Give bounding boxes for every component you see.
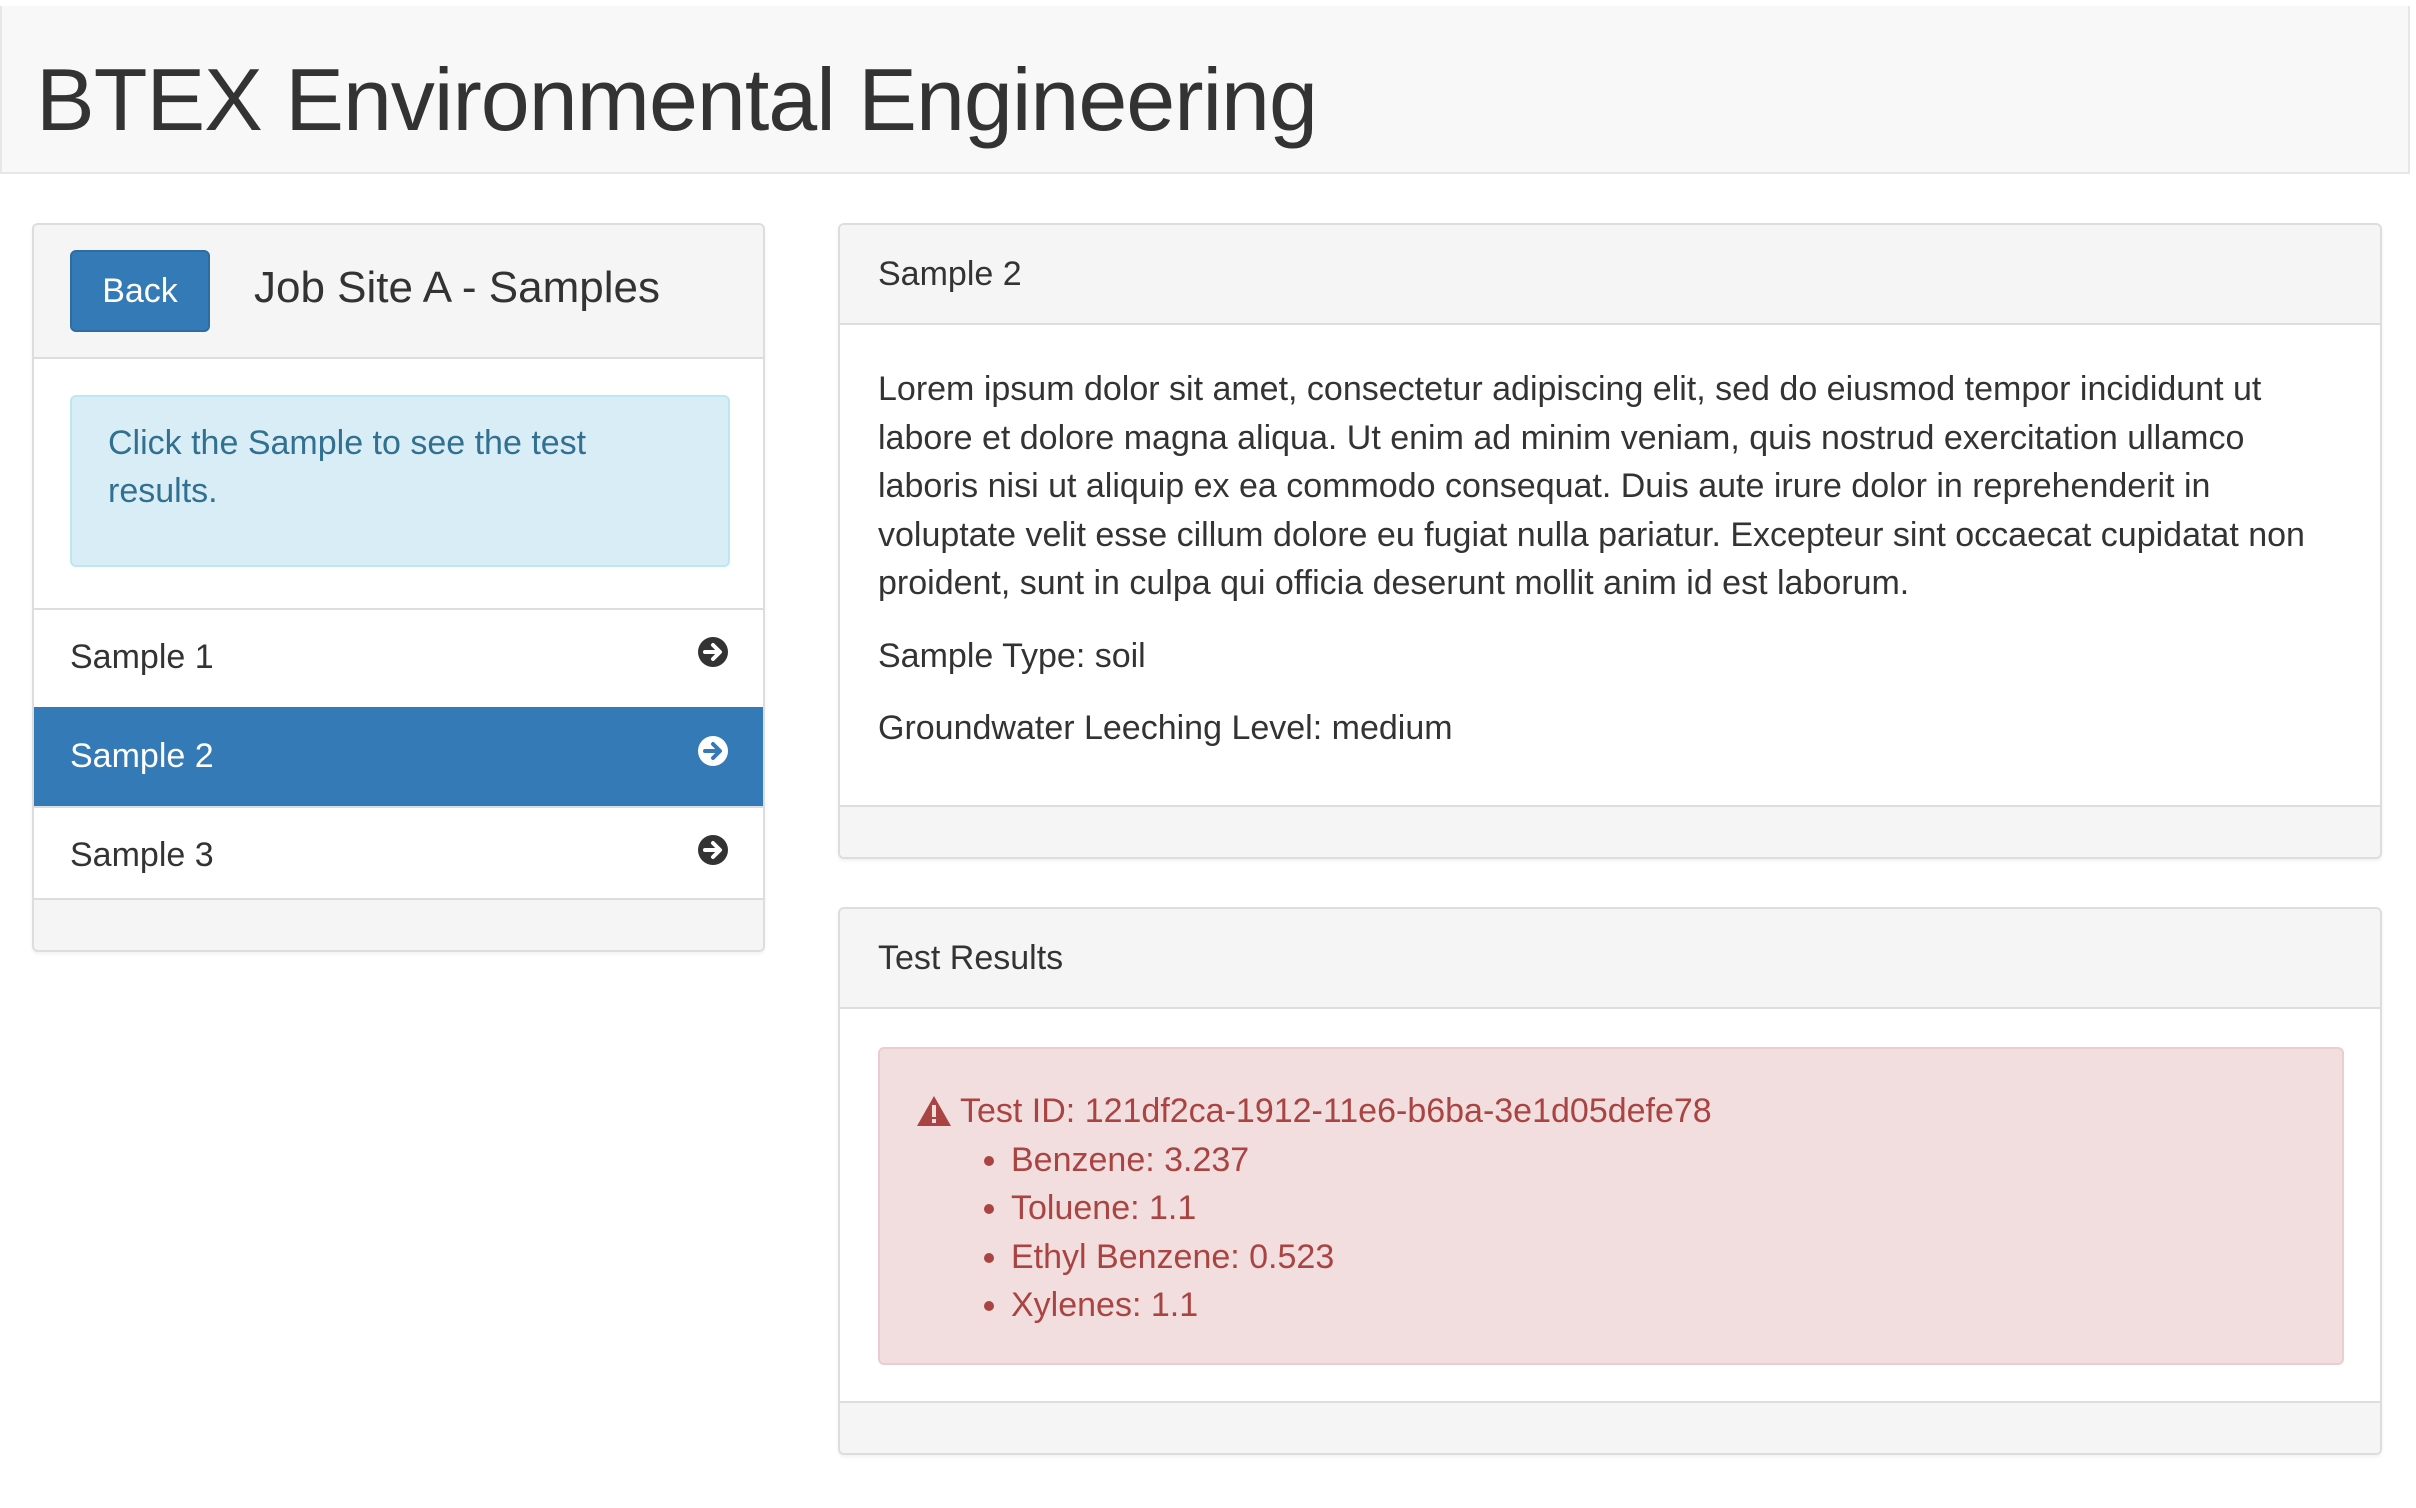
sample-list-item-label: Sample 3	[70, 836, 214, 874]
navbar: BTEX Environmental Engineering	[0, 6, 2410, 174]
sample-list-item-2[interactable]: Sample 2	[34, 707, 763, 806]
sample-description: Lorem ipsum dolor sit amet, consectetur …	[878, 370, 2305, 602]
test-results-footer	[840, 1401, 2380, 1453]
sample-list-item-label: Sample 1	[70, 638, 214, 676]
test-results-list: Benzene: 3.237 Toluene: 1.1 Ethyl Benzen…	[1011, 1136, 2306, 1330]
samples-panel-title: Job Site A - Samples	[254, 263, 660, 312]
test-result-alert: Test ID: 121df2ca-1912-11e6-b6ba-3e1d05d…	[878, 1047, 2344, 1365]
circle-arrow-right-icon	[698, 637, 728, 667]
samples-panel-footer	[34, 898, 763, 950]
test-id-line: Test ID: 121df2ca-1912-11e6-b6ba-3e1d05d…	[916, 1087, 2306, 1136]
groundwater-leeching-level: Groundwater Leeching Level: medium	[878, 709, 1453, 747]
warning-triangle-icon	[917, 1096, 951, 1127]
info-alert: Click the Sample to see the test results…	[70, 395, 730, 567]
sample-detail-panel: Sample 2 Lorem ipsum dolor sit amet, con…	[838, 223, 2382, 859]
sample-list-item-3[interactable]: Sample 3	[34, 806, 763, 905]
back-button[interactable]: Back	[70, 250, 210, 332]
sample-list-item-1[interactable]: Sample 1	[34, 608, 763, 707]
result-xylenes: Xylenes: 1.1	[1011, 1281, 2306, 1330]
app-title: BTEX Environmental Engineering	[36, 50, 1318, 149]
result-toluene: Toluene: 1.1	[1011, 1184, 2306, 1233]
circle-arrow-right-icon	[698, 835, 728, 865]
result-ethyl-benzene: Ethyl Benzene: 0.523	[1011, 1233, 2306, 1282]
sample-detail-footer	[840, 805, 2380, 857]
test-results-panel: Test Results Test ID: 121df2ca-1912-11e6…	[838, 907, 2382, 1455]
sample-type: Sample Type: soil	[878, 636, 1146, 675]
sample-detail-body: Lorem ipsum dolor sit amet, consectetur …	[878, 365, 2348, 777]
result-benzene: Benzene: 3.237	[1011, 1136, 2306, 1185]
sample-list-item-label: Sample 2	[70, 737, 214, 775]
samples-panel: Back Job Site A - Samples Click the Samp…	[32, 223, 765, 952]
sample-detail-title: Sample 2	[878, 255, 1022, 293]
test-results-title: Test Results	[878, 939, 1064, 977]
test-id: Test ID: 121df2ca-1912-11e6-b6ba-3e1d05d…	[960, 1092, 1712, 1130]
samples-panel-heading: Back Job Site A - Samples	[34, 225, 763, 359]
test-results-heading: Test Results	[840, 909, 2380, 1009]
circle-arrow-right-icon	[698, 736, 728, 766]
sample-detail-heading: Sample 2	[840, 225, 2380, 325]
